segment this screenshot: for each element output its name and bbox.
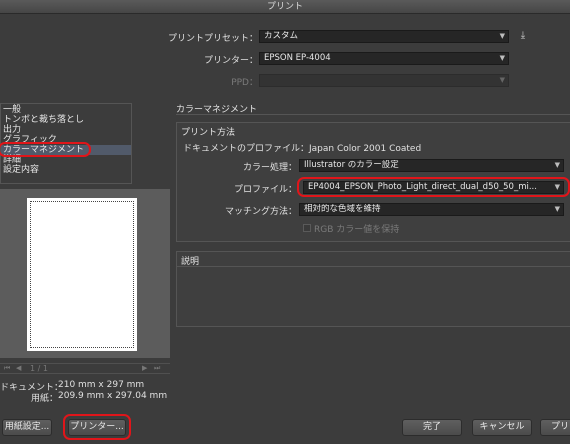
printer-label: プリンター： [203, 56, 258, 66]
window-title: プリント [0, 0, 570, 14]
rendering-intent-label: マッチング方法： [224, 207, 297, 217]
imageable-area [30, 201, 134, 348]
print-button[interactable]: プリ [540, 419, 570, 436]
printer-select[interactable]: EPSON EP-4004 ▼ [259, 52, 509, 65]
rendering-intent-value: 相対的な色域を維持 [304, 204, 381, 214]
doc-profile-text: ドキュメントのプロファイル：Japan Color 2001 Coated [183, 144, 422, 154]
cancel-button[interactable]: キャンセル [472, 419, 532, 436]
sidebar-item-summary[interactable]: 設定内容 [3, 165, 39, 175]
printer-value: EPSON EP-4004 [264, 53, 331, 63]
chevron-down-icon: ▼ [499, 54, 505, 62]
preserve-rgb-label: RGB カラー値を保持 [314, 225, 400, 235]
preset-label: プリントプリセット： [167, 34, 258, 44]
color-handling-select[interactable]: Illustrator のカラー設定 ▼ [299, 159, 564, 172]
chevron-down-icon: ▼ [554, 205, 560, 213]
save-preset-icon[interactable]: ⤓ [517, 30, 529, 42]
paper-preview [27, 198, 137, 351]
done-button[interactable]: 完了 [402, 419, 462, 436]
profile-label: プロファイル： [233, 185, 297, 195]
printer-button-highlight-ring [63, 414, 131, 440]
chevron-down-icon: ▼ [499, 32, 505, 40]
last-page-icon[interactable]: ⏭ [154, 364, 160, 373]
description-divider [176, 266, 570, 267]
ppd-label: PPD： [231, 78, 258, 88]
chevron-down-icon: ▼ [554, 161, 560, 169]
description-panel [176, 251, 570, 327]
print-method-title: プリント方法 [181, 128, 236, 138]
preset-select[interactable]: カスタム ▼ [259, 30, 509, 43]
preserve-rgb-checkbox [303, 224, 311, 232]
doc-size-value: 210 mm x 297 mm [58, 380, 145, 390]
rendering-intent-select[interactable]: 相対的な色域を維持 ▼ [299, 203, 564, 216]
first-page-icon[interactable]: ⏮ [4, 364, 10, 373]
color-handling-value: Illustrator のカラー設定 [304, 160, 399, 170]
next-page-icon[interactable]: ▶ [142, 364, 147, 372]
paper-size-value: 209.9 mm x 297.04 mm [58, 391, 168, 401]
profile-highlight-ring [297, 177, 570, 197]
preset-value: カスタム [264, 31, 299, 41]
chevron-down-icon: ▼ [499, 76, 505, 84]
sidebar-highlight-ring [0, 142, 91, 157]
page-navigator: ⏮ ◀ 1 / 1 ▶ ⏭ [0, 363, 170, 374]
color-handling-label: カラー処理： [242, 163, 297, 173]
section-divider [176, 114, 570, 115]
page-setup-button[interactable]: 用紙設定... [2, 419, 52, 436]
ppd-select: ▼ [259, 74, 509, 87]
sidebar-item-general[interactable]: 一般 [3, 105, 21, 115]
paper-size-label: 用紙： [30, 394, 58, 404]
sidebar-item-output[interactable]: 出力 [3, 125, 21, 135]
prev-page-icon[interactable]: ◀ [16, 364, 21, 372]
sidebar-item-marks-bleed[interactable]: トンボと裁ち落とし [3, 115, 84, 125]
page-indicator: 1 / 1 [30, 364, 48, 373]
